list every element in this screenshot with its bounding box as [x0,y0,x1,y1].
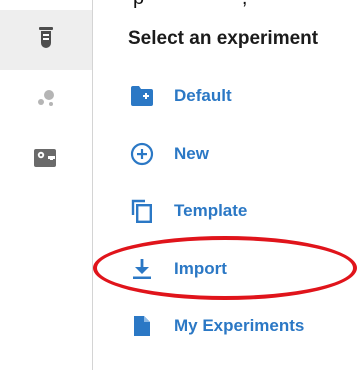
document-icon [129,313,155,339]
menu-item-label: Default [174,86,232,105]
panel-heading: Select an experiment [128,28,319,49]
folder-plus-icon [129,83,155,109]
gear-flask-icon [33,146,59,175]
menu-item-label: My Experiments [174,316,305,335]
left-nav-rail [0,0,93,370]
download-icon [129,256,155,282]
experiment-panel: Select an experiment Default New Templat… [93,0,359,370]
menu-item-template[interactable]: Template [129,196,247,226]
bubbles-icon [34,86,58,115]
menu-item-new[interactable]: New [129,139,209,169]
menu-item-label: Import [174,259,227,278]
rail-item-runs[interactable] [0,70,92,130]
flask-icon [38,26,54,55]
rail-item-compute[interactable] [0,130,92,190]
copy-icon [129,198,155,224]
menu-item-import[interactable]: Import [129,254,227,284]
menu-item-default[interactable]: Default [129,81,232,111]
plus-circle-icon [129,141,155,167]
experiment-picker-app: p · · · · · · · ·, · [0,0,359,370]
rail-item-experiments[interactable] [0,10,92,70]
menu-item-label: Template [174,201,248,220]
menu-item-my-experiments[interactable]: My Experiments [129,311,304,341]
menu-item-label: New [174,144,209,163]
